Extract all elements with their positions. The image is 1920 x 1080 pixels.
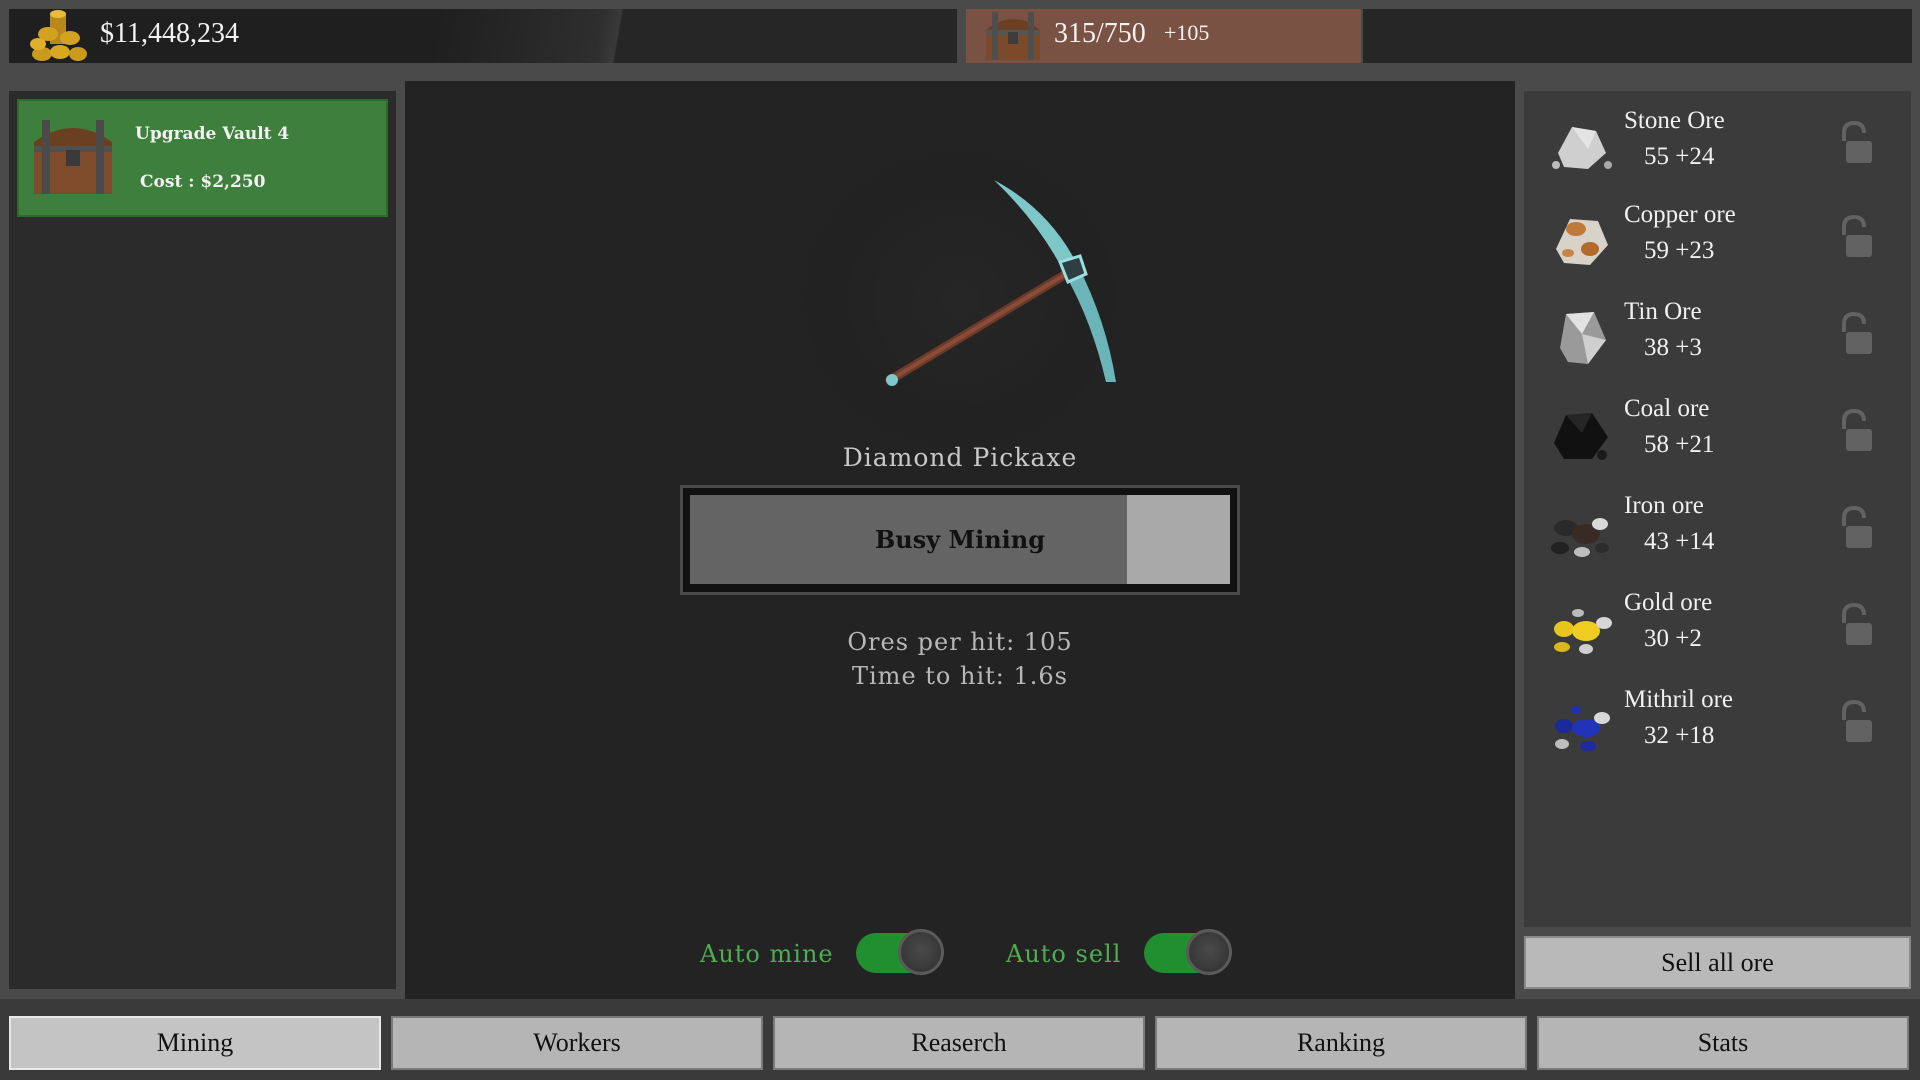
ore-count: 30 +2 xyxy=(1644,625,1702,652)
iron-ore-icon xyxy=(1542,494,1622,564)
tab-workers[interactable]: Workers xyxy=(391,1016,763,1070)
ore-count: 43 +14 xyxy=(1644,528,1715,555)
ore-row-mithril: Mithril ore 32 +18 xyxy=(1532,678,1903,768)
mining-status-label: Busy Mining xyxy=(874,525,1046,554)
ore-row-coal: Coal ore 58 +21 xyxy=(1532,387,1903,477)
auto-mine-toggle[interactable] xyxy=(856,929,944,975)
storage-gain: +105 xyxy=(1164,20,1210,45)
auto-mine-label: Auto mine xyxy=(700,940,834,968)
tab-stats[interactable]: Stats xyxy=(1537,1016,1909,1070)
vault-chest-icon xyxy=(28,112,118,202)
ore-name: Mithril ore xyxy=(1624,686,1734,713)
unlocked-padlock-icon[interactable] xyxy=(1834,120,1874,165)
ore-row-copper: Copper ore 59 +23 xyxy=(1532,193,1903,283)
storage-value: 315/750 xyxy=(1054,18,1146,49)
upgrade-title: Upgrade Vault 4 xyxy=(135,124,290,144)
ore-name: Copper ore xyxy=(1624,201,1736,228)
tab-ranking[interactable]: Ranking xyxy=(1155,1016,1527,1070)
ore-name: Stone Ore xyxy=(1624,107,1725,134)
ore-name: Tin Ore xyxy=(1624,298,1702,325)
ore-count: 32 +18 xyxy=(1644,722,1715,749)
ore-row-tin: Tin Ore 38 +3 xyxy=(1532,290,1903,380)
tool-name: Diamond Pickaxe xyxy=(842,443,1078,472)
gold-ore-icon xyxy=(1542,591,1622,661)
gold-coins-icon xyxy=(26,4,90,64)
upgrade-cost: Cost : $2,250 xyxy=(140,172,266,192)
ore-name: Iron ore xyxy=(1624,492,1704,519)
ore-count: 59 +23 xyxy=(1644,237,1715,264)
unlocked-padlock-icon[interactable] xyxy=(1834,699,1874,744)
coal-ore-icon xyxy=(1542,397,1622,467)
top-right-bar xyxy=(1363,9,1912,63)
unlocked-padlock-icon[interactable] xyxy=(1834,505,1874,550)
ore-count: 38 +3 xyxy=(1644,334,1702,361)
tab-research[interactable]: Reaserch xyxy=(773,1016,1145,1070)
unlocked-padlock-icon[interactable] xyxy=(1834,602,1874,647)
ore-row-stone: Stone Ore 55 +24 xyxy=(1532,99,1903,189)
unlocked-padlock-icon[interactable] xyxy=(1834,408,1874,453)
diamond-pickaxe-icon[interactable] xyxy=(870,170,1130,400)
unlocked-padlock-icon[interactable] xyxy=(1834,311,1874,356)
time-to-hit: Time to hit: 1.6s xyxy=(852,662,1068,690)
auto-sell-label: Auto sell xyxy=(1006,940,1122,968)
toggle-knob xyxy=(898,929,944,975)
ore-count: 58 +21 xyxy=(1644,431,1715,458)
copper-ore-icon xyxy=(1542,203,1622,273)
sell-all-ore-button[interactable]: Sell all ore xyxy=(1524,936,1911,989)
ore-count: 55 +24 xyxy=(1644,143,1715,170)
tab-mining[interactable]: Mining xyxy=(9,1016,381,1070)
treasure-chest-icon xyxy=(980,6,1046,66)
ores-per-hit: Ores per hit: 105 xyxy=(847,628,1073,656)
auto-sell-toggle[interactable] xyxy=(1144,929,1232,975)
money-value: $11,448,234 xyxy=(100,18,239,49)
left-panel xyxy=(9,91,396,989)
ore-name: Gold ore xyxy=(1624,589,1713,616)
stone-ore-icon xyxy=(1542,109,1622,179)
ore-row-iron: Iron ore 43 +14 xyxy=(1532,484,1903,574)
ore-name: Coal ore xyxy=(1624,395,1710,422)
toggle-knob xyxy=(1186,929,1232,975)
ore-row-gold: Gold ore 30 +2 xyxy=(1532,581,1903,671)
tin-ore-icon xyxy=(1542,300,1622,370)
unlocked-padlock-icon[interactable] xyxy=(1834,214,1874,259)
mithril-ore-icon xyxy=(1542,688,1622,758)
